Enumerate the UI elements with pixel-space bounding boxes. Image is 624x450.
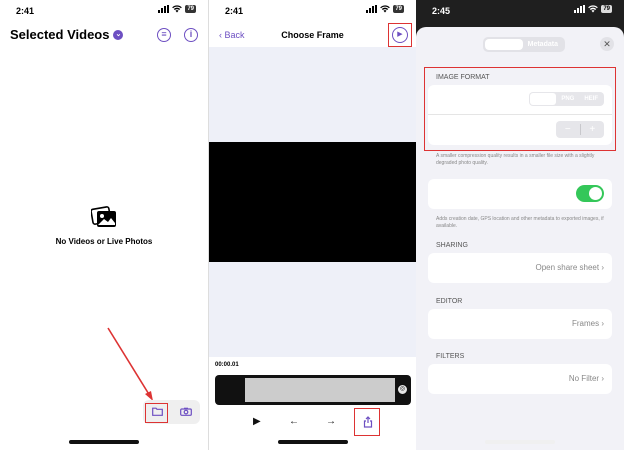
action-value: Open share sheet: [535, 263, 600, 272]
signal-icon: [366, 5, 378, 13]
previous-frame-button[interactable]: ←: [289, 416, 299, 427]
battery-indicator: 79: [393, 5, 404, 13]
status-bar: 2:41 79: [209, 0, 416, 22]
settings-screen: 2:45 79 Settings Metadata ✕ IMAGE FORMAT…: [416, 0, 624, 450]
target-icon: ◎: [399, 386, 406, 392]
annotation-arrow: [107, 327, 153, 401]
tab-settings[interactable]: Settings: [485, 39, 523, 50]
frame-area-bottom: [209, 262, 416, 357]
close-button[interactable]: ✕: [600, 37, 614, 51]
highlight-box-settings: [388, 23, 412, 47]
settings-sheet: Settings Metadata ✕ IMAGE FORMAT Format …: [416, 27, 624, 450]
metadata-toggle[interactable]: [576, 185, 604, 202]
time-format-label: Time Format: [436, 319, 482, 328]
time-format-value: Frames: [571, 319, 600, 328]
action-row[interactable]: Action Open share sheet ›: [428, 253, 612, 283]
tab-metadata[interactable]: Metadata: [523, 39, 563, 50]
metadata-card: Metadata: [428, 179, 612, 209]
home-indicator: [69, 440, 139, 444]
chevron-right-icon: ›: [601, 263, 604, 272]
frame-area-top: [209, 47, 416, 142]
battery-indicator: 79: [601, 5, 612, 13]
action-label: Action: [436, 263, 459, 272]
page-title: Choose Frame: [281, 30, 344, 40]
camera-button[interactable]: [179, 403, 192, 421]
section-header-sharing: SHARING: [436, 242, 468, 249]
quality-note: A smaller compression quality results in…: [436, 153, 595, 166]
next-frame-button[interactable]: →: [326, 416, 336, 427]
time-format-row[interactable]: Time Format Frames ›: [428, 309, 612, 339]
status-bar: 2:45 79: [416, 0, 624, 22]
home-indicator: [277, 440, 348, 444]
timeline-strip: [245, 378, 395, 402]
scrubber-handle[interactable]: ◎: [397, 384, 408, 395]
wifi-icon: [380, 5, 391, 13]
status-time: 2:41: [225, 6, 244, 16]
status-time: 2:45: [432, 6, 451, 16]
arrow-left-icon: ←: [289, 416, 299, 427]
choose-filter-label: Choose Filter: [436, 374, 484, 383]
home-indicator: [485, 440, 555, 444]
highlight-box-image-format: [424, 67, 616, 151]
section-header-editor: EDITOR: [436, 298, 463, 305]
selected-videos-screen: 2:41 79 Selected Videos ⌄ ≡ i No Videos …: [0, 0, 208, 450]
wifi-icon: [588, 5, 599, 13]
choose-frame-screen: 2:41 79 ‹ Back Choose Frame ▶ 00:00.01 ◎…: [208, 0, 416, 450]
video-frame-preview: [209, 142, 416, 262]
metadata-label: Metadata: [436, 189, 470, 198]
chevron-right-icon: ›: [601, 374, 604, 383]
editor-card: Time Format Frames ›: [428, 309, 612, 339]
choose-filter-row[interactable]: Choose Filter No Filter ›: [428, 364, 612, 394]
metadata-note: Adds creation date, GPS location and oth…: [436, 216, 604, 229]
choose-filter-value: No Filter: [568, 374, 600, 383]
close-icon: ✕: [603, 39, 611, 49]
arrow-right-icon: →: [326, 416, 336, 427]
filters-card: Choose Filter No Filter ›: [428, 364, 612, 394]
settings-tab-control: Settings Metadata: [483, 37, 565, 52]
play-button[interactable]: ▶: [253, 416, 261, 427]
chevron-right-icon: ›: [601, 319, 604, 328]
metadata-row: Metadata: [428, 179, 612, 209]
timeline-scrubber[interactable]: ◎: [215, 375, 411, 405]
sharing-card: Action Open share sheet ›: [428, 253, 612, 283]
highlight-box-folder: [145, 403, 168, 423]
play-icon: ▶: [253, 416, 261, 427]
highlight-box-share: [354, 408, 380, 436]
section-header-filters: FILTERS: [436, 353, 465, 360]
timecode: 00:00.01: [215, 362, 239, 368]
camera-icon: [179, 407, 192, 416]
signal-icon: [574, 5, 586, 13]
